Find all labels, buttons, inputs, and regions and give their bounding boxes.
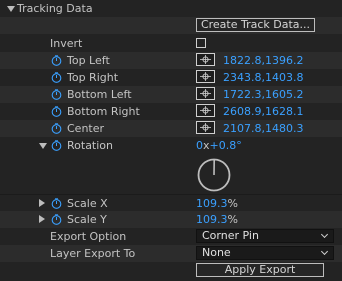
section-title: Tracking Data — [17, 2, 93, 15]
invert-checkbox[interactable] — [196, 38, 206, 48]
layer-export-dropdown[interactable]: None — [196, 246, 334, 260]
crosshair-icon[interactable] — [196, 104, 215, 117]
export-option-row: Export Option Corner Pin — [0, 228, 342, 245]
layer-export-label: Layer Export To — [50, 247, 136, 260]
point-row-top-right: Top Right 2343.8,1403.8 — [0, 69, 342, 86]
chevron-down-icon — [320, 247, 329, 256]
layer-export-row: Layer Export To None — [0, 245, 342, 262]
point-label: Top Right — [67, 71, 119, 84]
stopwatch-icon[interactable] — [51, 72, 62, 83]
stopwatch-icon[interactable] — [51, 198, 62, 209]
scale-x-unit: % — [227, 197, 238, 210]
disclosure-triangle-icon[interactable] — [7, 6, 15, 12]
rotation-degrees[interactable]: +0.8 — [210, 139, 237, 152]
invert-label: Invert — [50, 37, 83, 50]
point-value[interactable]: 2343.8,1403.8 — [223, 71, 303, 84]
rotation-label: Rotation — [67, 139, 114, 152]
stopwatch-icon[interactable] — [51, 89, 62, 100]
crosshair-icon[interactable] — [196, 70, 215, 83]
point-label: Center — [67, 122, 105, 135]
rotation-dial[interactable] — [196, 157, 232, 193]
scale-x-label: Scale X — [67, 197, 108, 210]
scale-y-unit: % — [227, 213, 238, 226]
tracking-data-header[interactable]: Tracking Data — [0, 0, 342, 17]
export-option-selected: Corner Pin — [202, 229, 259, 242]
rotation-row: Rotation 0x+0.8° — [0, 137, 342, 154]
point-label: Top Left — [67, 54, 110, 67]
stopwatch-icon[interactable] — [51, 106, 62, 117]
scale-y-value[interactable]: 109.3 — [196, 213, 228, 226]
degree-symbol: ° — [236, 139, 242, 152]
point-value[interactable]: 2608.9,1628.1 — [223, 105, 303, 118]
rotation-dial-area — [0, 153, 342, 195]
scale-y-value-group: 109.3% — [196, 213, 238, 226]
stopwatch-icon[interactable] — [51, 214, 62, 225]
export-option-dropdown[interactable]: Corner Pin — [196, 229, 334, 243]
rotation-value[interactable]: 0x+0.8° — [196, 139, 242, 152]
scale-y-row: Scale Y 109.3% — [0, 211, 342, 228]
apply-export-button[interactable]: Apply Export — [196, 263, 324, 277]
export-option-label: Export Option — [50, 230, 127, 243]
disclosure-triangle-icon[interactable] — [39, 199, 45, 207]
stopwatch-icon[interactable] — [51, 123, 62, 134]
rotation-revolutions[interactable]: 0 — [196, 139, 203, 152]
point-value[interactable]: 1722.3,1605.2 — [223, 88, 303, 101]
layer-export-selected: None — [202, 246, 231, 259]
disclosure-triangle-icon[interactable] — [39, 215, 45, 223]
point-row-bottom-left: Bottom Left 1722.3,1605.2 — [0, 86, 342, 103]
chevron-down-icon — [320, 230, 329, 239]
stopwatch-icon[interactable] — [51, 55, 62, 66]
stopwatch-icon[interactable] — [51, 140, 62, 151]
crosshair-icon[interactable] — [196, 87, 215, 100]
crosshair-icon[interactable] — [196, 121, 215, 134]
point-label: Bottom Right — [67, 105, 140, 118]
create-track-row: Create Track Data... — [0, 17, 342, 34]
point-value[interactable]: 1822.8,1396.2 — [223, 54, 303, 67]
disclosure-triangle-icon[interactable] — [39, 143, 47, 149]
scale-x-value[interactable]: 109.3 — [196, 197, 228, 210]
apply-export-row: Apply Export — [0, 262, 342, 279]
scale-x-value-group: 109.3% — [196, 197, 238, 210]
scale-x-row: Scale X 109.3% — [0, 194, 342, 212]
scale-y-label: Scale Y — [67, 213, 107, 226]
invert-row: Invert — [0, 35, 342, 52]
point-row-bottom-right: Bottom Right 2608.9,1628.1 — [0, 103, 342, 120]
point-row-top-left: Top Left 1822.8,1396.2 — [0, 52, 342, 69]
point-row-center: Center 2107.8,1480.3 — [0, 120, 342, 137]
crosshair-icon[interactable] — [196, 53, 215, 66]
create-track-data-button[interactable]: Create Track Data... — [196, 18, 315, 32]
point-label: Bottom Left — [67, 88, 132, 101]
point-value[interactable]: 2107.8,1480.3 — [223, 122, 303, 135]
